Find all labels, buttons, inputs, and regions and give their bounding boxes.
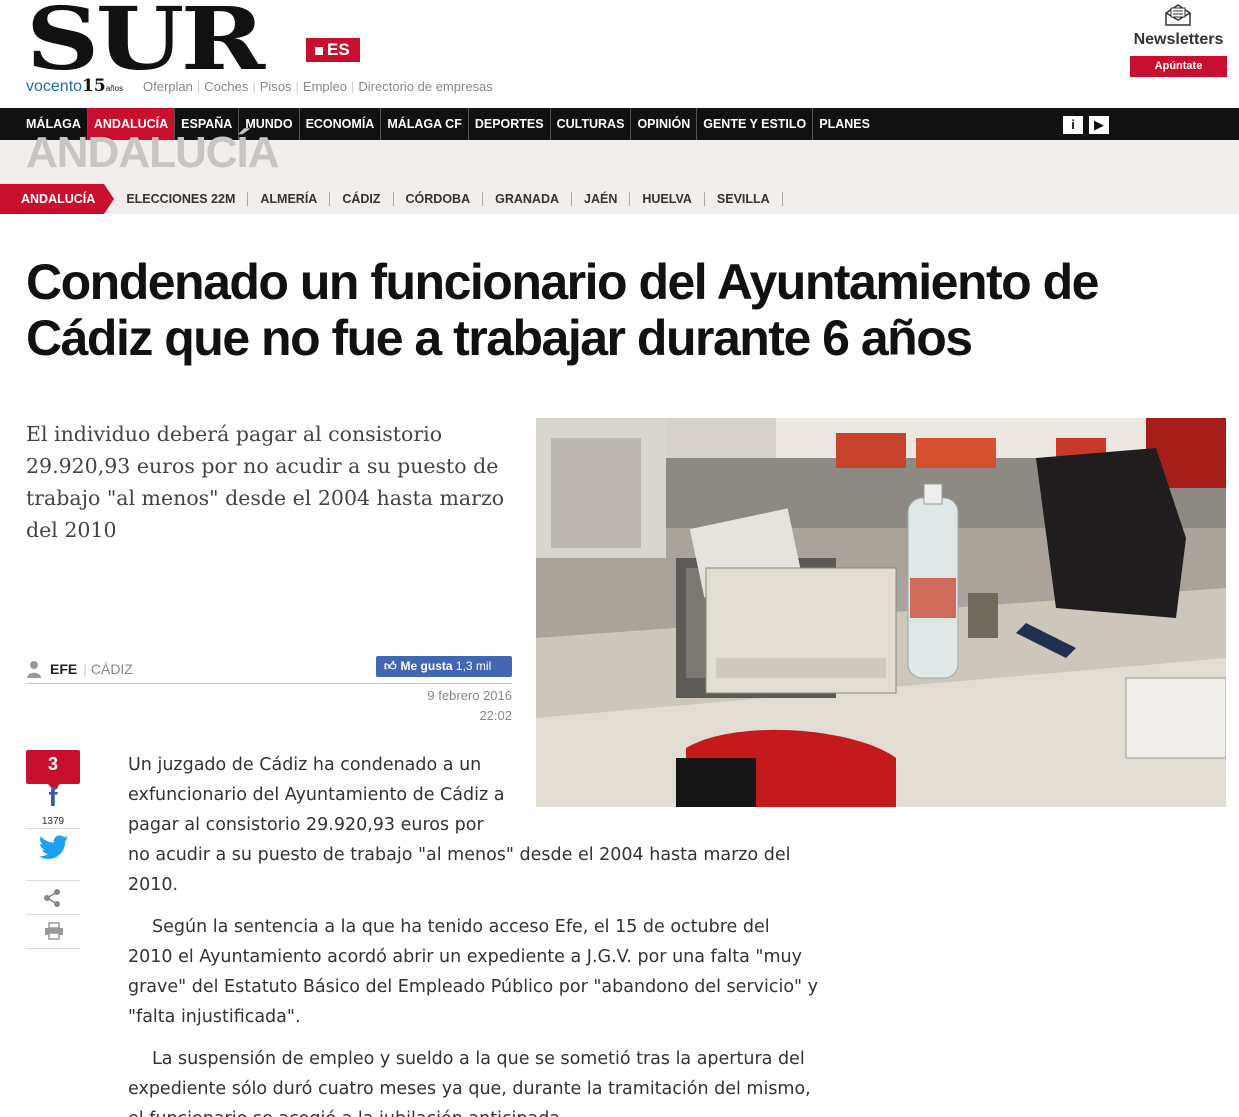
- top-link-pisos[interactable]: Pisos: [260, 79, 292, 94]
- body-paragraph-3: La suspensión de empleo y sueldo a la qu…: [128, 1049, 811, 1117]
- share-divider: [26, 914, 80, 915]
- twitter-icon[interactable]: [38, 832, 70, 864]
- nav-item-malaga-cf[interactable]: MÁLAGA CF: [381, 108, 469, 140]
- top-link-separator: |: [252, 79, 256, 94]
- subnav-item-huelva[interactable]: HUELVA: [630, 192, 705, 206]
- section-subnav: ANDALUCÍA ELECCIONES 22M ALMERÍA CÁDIZ CÓRD…: [0, 184, 783, 214]
- subnav-item-cadiz[interactable]: CÁDIZ: [330, 192, 394, 206]
- section-title: ANDALUCÍA: [26, 128, 280, 177]
- article-headline: Condenado un funcionario del Ayuntamient…: [26, 254, 1099, 366]
- top-link-separator: |: [351, 79, 355, 94]
- top-link-separator: |: [196, 79, 201, 94]
- logo-es-badge: ES: [306, 38, 360, 62]
- share-divider: [26, 880, 80, 881]
- nav-item-opinion[interactable]: OPINIÓN: [631, 108, 698, 140]
- subnav-item-cordoba[interactable]: CÓRDOBA: [394, 192, 484, 206]
- author-icon: [27, 661, 41, 678]
- author-name[interactable]: EFE: [50, 661, 77, 677]
- share-divider: [26, 948, 80, 949]
- subnav-item-andalucia[interactable]: ANDALUCÍA: [0, 184, 115, 214]
- info-icon[interactable]: i: [1063, 116, 1083, 134]
- top-link-directorio-de-empresas[interactable]: Directorio de empresas: [358, 79, 492, 94]
- nav-item-deportes[interactable]: DEPORTES: [469, 108, 551, 140]
- body-paragraph-2: Según la sentencia a la que ha tenido ac…: [128, 917, 819, 1027]
- vocento-logo[interactable]: vocento15años: [26, 76, 123, 96]
- top-link-oferplan[interactable]: Oferplan: [143, 79, 193, 94]
- share-count-badge: 3: [26, 750, 80, 791]
- top-link-empleo[interactable]: Empleo: [303, 79, 347, 94]
- body-paragraph-1-continued: no acudir a su puesto de trabajo "al men…: [128, 845, 791, 895]
- top-links: Oferplan | Coches | Pisos | Empleo | Directorio …: [143, 79, 493, 94]
- nav-item-economia[interactable]: ECONOMÍA: [300, 108, 382, 140]
- nav-item-gente-y-estilo[interactable]: GENTE Y ESTILO: [697, 108, 814, 140]
- print-icon[interactable]: [44, 922, 64, 940]
- site-logo[interactable]: SUR: [26, 0, 265, 83]
- share-divider: [26, 828, 80, 829]
- byline: EFE | CÁDIZ: [26, 660, 133, 678]
- subnav-item-granada[interactable]: GRANADA: [483, 192, 573, 206]
- nav-item-planes[interactable]: PLANES: [813, 108, 876, 140]
- byline-divider: [26, 683, 512, 684]
- article-lead: El individuo deberá pagar al consistorio…: [26, 422, 505, 542]
- facebook-icon[interactable]: f: [40, 782, 66, 812]
- subnav-item-elecciones-22m[interactable]: ELECCIONES 22M: [114, 192, 249, 206]
- newsletter-envelope-icon[interactable]: [1164, 3, 1192, 27]
- top-link-coches[interactable]: Coches: [204, 79, 248, 94]
- article-photo[interactable]: [536, 418, 1226, 807]
- video-icon[interactable]: ▶: [1089, 116, 1109, 134]
- newsletters-title: Newsletters: [1133, 31, 1224, 48]
- subnav-item-jaen[interactable]: JAÉN: [572, 192, 631, 206]
- author-location: | CÁDIZ: [83, 661, 133, 677]
- subnav-item-almeria[interactable]: ALMERÍA: [248, 192, 331, 206]
- nav-item-culturas[interactable]: CULTURAS: [551, 108, 632, 140]
- share-icon[interactable]: [42, 888, 62, 908]
- facebook-share-count: 1379: [41, 816, 65, 827]
- thumbs-up-icon: 👍︎: [384, 659, 397, 673]
- nav-icons: i ▶: [1063, 116, 1109, 134]
- body-paragraph-1: Un juzgado de Cádiz ha condenado a un ex…: [128, 755, 505, 835]
- facebook-like-button[interactable]: 👍︎ Me gusta 1,3 mil: [376, 656, 512, 677]
- publish-date: 9 febrero 2016 22:02: [427, 688, 512, 723]
- top-link-separator: |: [295, 79, 299, 94]
- newsletters-subscribe-button[interactable]: Apúntate: [1130, 56, 1227, 77]
- subnav-item-sevilla[interactable]: SEVILLA: [705, 192, 783, 206]
